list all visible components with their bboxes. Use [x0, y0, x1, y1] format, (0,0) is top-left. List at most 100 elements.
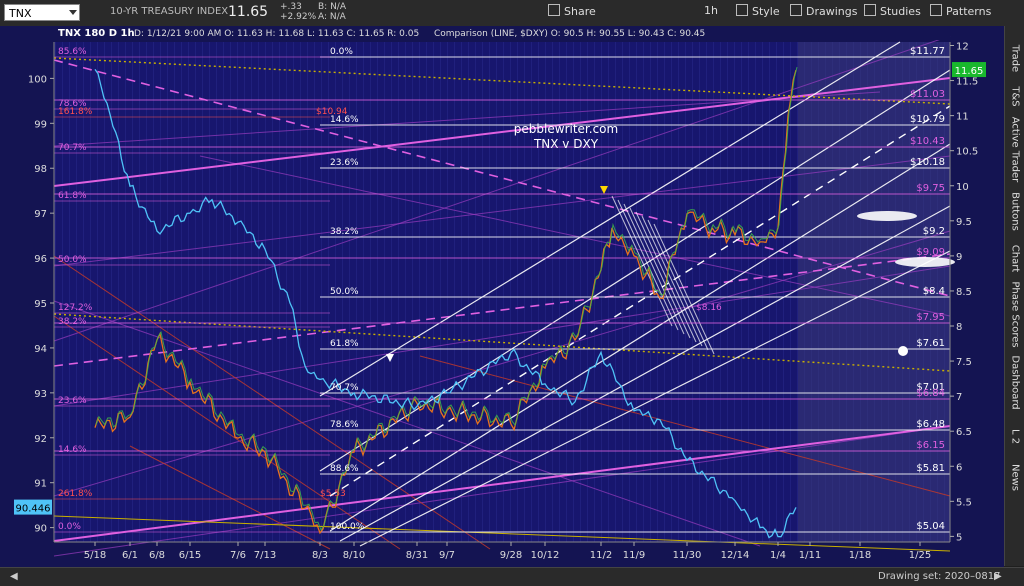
- studies-label: Studies: [880, 5, 921, 18]
- fib-value-label: $5.81: [916, 463, 945, 474]
- fib-pct-label: 38.2%: [330, 227, 359, 237]
- fib-value-label: $11.77: [910, 46, 945, 57]
- x-axis-tick-label: 1/18: [849, 550, 871, 561]
- tab-label: Trade: [1009, 44, 1021, 73]
- right-axis-tick-label: 6.5: [956, 427, 972, 438]
- tab-buttons[interactable]: Buttons: [1005, 186, 1024, 238]
- level-label: $5.53: [320, 489, 346, 499]
- change-percent: +2.92%: [280, 12, 317, 22]
- drawing-set-label[interactable]: Drawing set: 2020–0817: [878, 571, 1001, 582]
- current-comparison-label: 90.446: [16, 504, 51, 515]
- x-axis-tick-label: 10/12: [531, 550, 560, 561]
- fib-value-label: $6.48: [916, 419, 945, 430]
- x-axis-tick-label: 11/30: [673, 550, 702, 561]
- right-axis-tick-label: 12: [956, 42, 969, 53]
- tab-label: Phase Scores: [1009, 281, 1021, 348]
- left-axis-tick-label: 98: [34, 164, 47, 175]
- highlight-ellipse: [895, 257, 955, 267]
- tab-label: Chart: [1009, 244, 1021, 273]
- price-change: +.33 +2.92%: [280, 2, 316, 22]
- fib-pct-label: 50.0%: [330, 287, 359, 297]
- left-fib-label: 38.2%: [58, 317, 87, 327]
- left-fib-label: 70.7%: [58, 143, 87, 153]
- left-axis-tick-label: 99: [34, 119, 47, 130]
- right-axis-tick-label: 10: [956, 182, 969, 193]
- left-axis-tick-label: 96: [34, 254, 47, 265]
- last-price: 11.65: [228, 4, 269, 20]
- left-fib-label: 14.6%: [58, 445, 87, 455]
- left-arrow-icon[interactable]: ◀: [10, 571, 18, 582]
- right-axis-tick-label: 9: [956, 252, 962, 263]
- tab-dashboard[interactable]: Dashboard: [1005, 352, 1024, 414]
- tab-news[interactable]: News: [1005, 458, 1024, 498]
- right-axis-tick-label: 7.5: [956, 357, 972, 368]
- magenta-value-label: $9.75: [916, 183, 945, 194]
- share-icon: [548, 4, 560, 16]
- fib-value-label: $10.79: [910, 114, 945, 125]
- ask-value: A: N/A: [318, 12, 346, 22]
- x-axis-tick-label: 1/11: [799, 550, 821, 561]
- left-axis-tick-label: 94: [34, 344, 47, 355]
- right-arrow-icon[interactable]: ▶: [994, 571, 1002, 582]
- magenta-value-label: $9.09: [916, 247, 945, 258]
- level-label: $10.94: [316, 107, 348, 117]
- x-axis-tick-label: 8/31: [406, 550, 428, 561]
- left-axis-tick-label: 95: [34, 299, 47, 310]
- fib-pct-label: 78.6%: [330, 420, 359, 430]
- right-side-tabs: Trade T&S Active Trader Buttons Chart Phase S…: [1004, 26, 1024, 566]
- tab-phase-scores[interactable]: Phase Scores: [1005, 281, 1024, 348]
- right-axis-tick-label: 8.5: [956, 287, 972, 298]
- magenta-value-label: $7.95: [916, 312, 945, 323]
- left-fib-label: 61.8%: [58, 191, 87, 201]
- x-axis-tick-label: 11/9: [623, 550, 645, 561]
- drawings-button[interactable]: Drawings: [790, 4, 857, 18]
- studies-button[interactable]: Studies: [864, 4, 921, 18]
- tab-l-2[interactable]: L 2: [1005, 420, 1024, 454]
- fib-pct-label: 88.6%: [330, 464, 359, 474]
- fib-pct-label: 23.6%: [330, 158, 359, 168]
- fib-value-label: $5.04: [916, 521, 945, 532]
- left-fib-label: 127.2%: [58, 303, 93, 313]
- tab-label: Buttons: [1009, 192, 1021, 231]
- change-value: +.33: [280, 2, 302, 12]
- interval-button[interactable]: 1h: [704, 4, 718, 17]
- right-axis-tick-label: 11.5: [956, 77, 978, 88]
- fib-value-label: $9.2: [923, 226, 945, 237]
- bottom-bar: ◀ Drawing set: 2020–0817 ▶: [0, 567, 1024, 586]
- ohlc-readout: D: 1/12/21 9:00 AM O: 11.63 H: 11.68 L: …: [134, 29, 419, 39]
- bid-value: B: N/A: [318, 2, 346, 12]
- x-axis-tick-label: 1/4: [770, 550, 786, 561]
- current-price-label: 11.65: [955, 66, 984, 77]
- left-axis-tick-label: 90: [34, 524, 47, 535]
- x-axis-tick-label: 12/14: [721, 550, 750, 561]
- tab-label: L 2: [1009, 428, 1021, 445]
- bid-ask: B: N/A A: N/A: [318, 2, 346, 22]
- tab-active-trader[interactable]: Active Trader: [1005, 116, 1024, 183]
- price-chart[interactable]: 5 5.5 6 6.5 7 7.5 8 8.5 9 9.5 10 10.5 11 11.5 12 90 91 92…: [0, 26, 1004, 567]
- chevron-down-icon[interactable]: [69, 10, 77, 15]
- left-axis-tick-label: 92: [34, 434, 47, 445]
- symbol-value: TNX: [9, 7, 32, 20]
- left-axis-tick-label: 91: [34, 479, 47, 490]
- tab-trade[interactable]: Trade: [1005, 42, 1024, 76]
- tab-chart[interactable]: Chart: [1005, 242, 1024, 276]
- x-axis-tick-label: 11/2: [590, 550, 612, 561]
- style-label: Style: [752, 5, 780, 18]
- instrument-title: 10-YR TREASURY INDEX: [110, 6, 229, 17]
- interval-label: 1h: [704, 4, 718, 17]
- magenta-value-label: $10.43: [910, 136, 945, 147]
- share-button[interactable]: Share: [548, 4, 596, 18]
- tab-t-s[interactable]: T&S: [1005, 78, 1024, 116]
- share-label: Share: [564, 5, 596, 18]
- tab-label: Active Trader: [1009, 116, 1021, 183]
- patterns-button[interactable]: Patterns: [930, 4, 991, 18]
- style-button[interactable]: Style: [736, 4, 780, 18]
- left-axis-tick-label: 93: [34, 389, 47, 400]
- x-axis-tick-label: 1/25: [909, 550, 931, 561]
- left-fib-label: 85.6%: [58, 47, 87, 57]
- symbol-input[interactable]: TNX: [4, 4, 80, 21]
- annotation-line: pebblewriter.com: [514, 122, 618, 136]
- right-axis-tick-label: 11: [956, 112, 969, 123]
- left-fib-label: 50.0%: [58, 255, 87, 265]
- studies-icon: [864, 4, 876, 16]
